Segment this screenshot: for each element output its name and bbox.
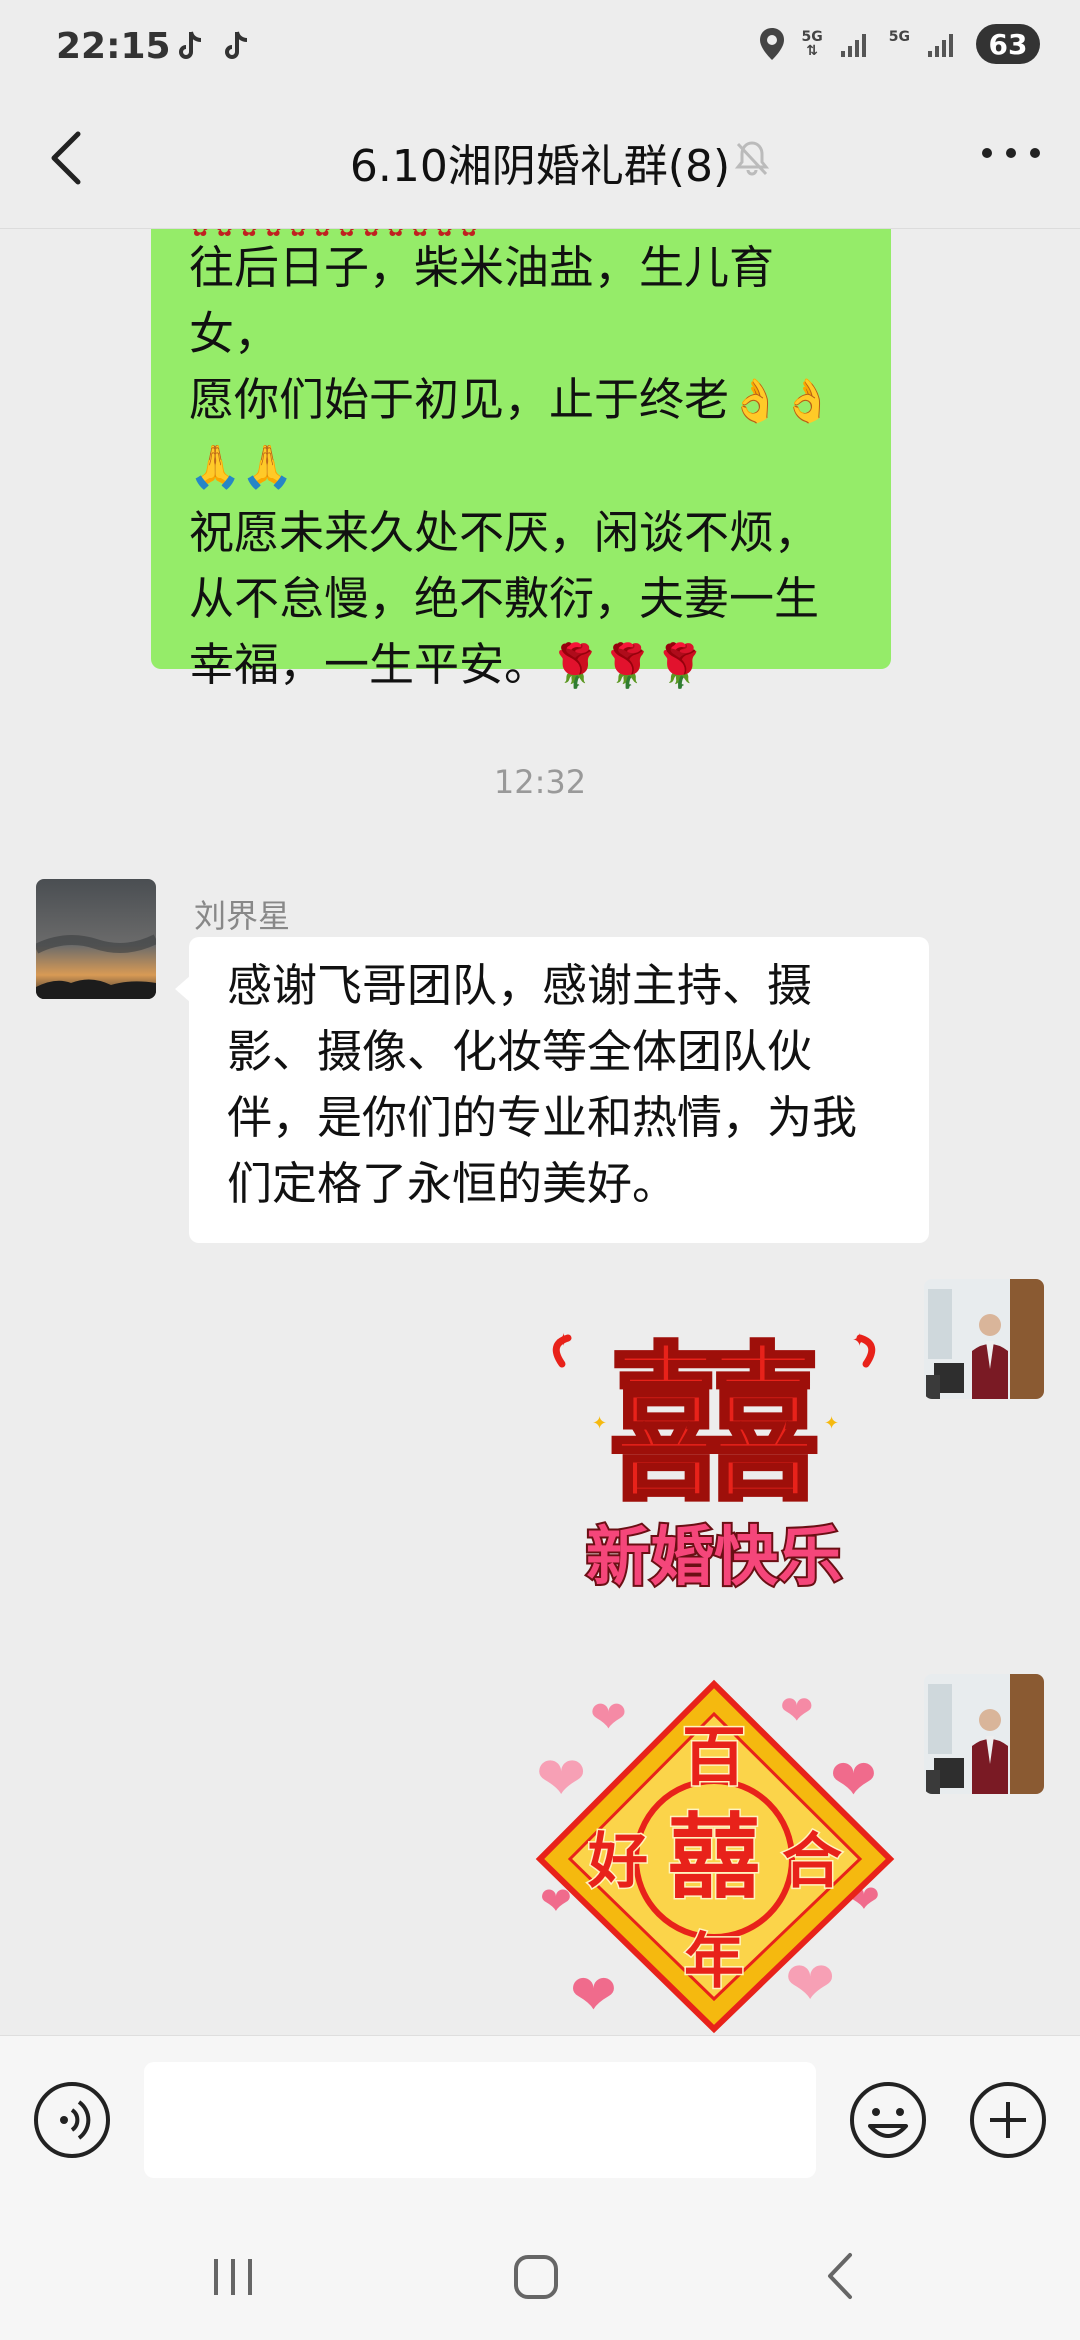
input-bar xyxy=(0,2035,1080,2206)
svg-text:✦: ✦ xyxy=(852,1330,867,1351)
battery-indicator: 63 xyxy=(976,24,1040,64)
message-input[interactable] xyxy=(144,2062,816,2178)
sticker-big-character: 囍 xyxy=(608,1327,820,1525)
decoration-row: ✿✿✿✿✿✿✿✿✿✿✿✿ xyxy=(191,229,485,242)
system-navigation-bar xyxy=(0,2205,1080,2340)
chat-header: 6.10湘阴婚礼群(8) xyxy=(0,100,1080,229)
plus-icon[interactable] xyxy=(968,2080,1048,2160)
emoji-icon[interactable] xyxy=(848,2080,928,2160)
my-avatar[interactable] xyxy=(924,1674,1044,1794)
message-line: 愿你们始于初见，止于终老👌👌 xyxy=(189,373,834,426)
svg-text:✦: ✦ xyxy=(592,1413,607,1434)
svg-text:✦: ✦ xyxy=(824,1413,839,1434)
message-timestamp: 12:32 xyxy=(493,763,587,801)
status-time: 22:15 xyxy=(56,26,171,67)
home-icon[interactable] xyxy=(512,2253,560,2301)
svg-text:❤: ❤ xyxy=(590,1692,627,1743)
outgoing-message-bubble[interactable]: ✿✿✿✿✿✿✿✿✿✿✿✿ 往后日子，柴米油盐，生儿育女， 愿你们始于初见，止于终… xyxy=(151,229,891,691)
wedding-sticker-xi[interactable]: ✦ ✦ ✦ ✦ 囍 新婚快乐 xyxy=(532,1324,896,1594)
svg-text:❤: ❤ xyxy=(570,1963,617,2028)
svg-text:✦: ✦ xyxy=(556,1330,571,1351)
network-indicator-1: 5G ⇅ xyxy=(801,29,823,59)
tiktok-icon xyxy=(179,31,202,59)
bell-off-icon xyxy=(734,141,770,176)
signal-icon xyxy=(928,34,953,57)
sticker-char-top: 百 xyxy=(682,1721,746,1795)
message-line: 从不怠慢，绝不敷衍，夫妻一生 xyxy=(189,572,820,625)
message-line: 🙏🙏 xyxy=(189,442,294,491)
tiktok-icon xyxy=(225,31,248,59)
incoming-message-bubble[interactable]: 感谢飞哥团队，感谢主持、摄影、摄像、化妆等全体团队伙伴，是你们的专业和热情，为我… xyxy=(175,937,929,1243)
my-avatar[interactable] xyxy=(924,1279,1044,1399)
chat-area[interactable]: ✿✿✿✿✿✿✿✿✿✿✿✿ 往后日子，柴米油盐，生儿育女， 愿你们始于初见，止于终… xyxy=(0,229,1080,2035)
sticker-char-left: 好 xyxy=(587,1827,648,1897)
message-line: 幸福，一生平安。🌹🌹🌹 xyxy=(189,638,706,691)
signal-icon xyxy=(840,34,866,57)
sticker-char-center: 囍 xyxy=(668,1804,760,1911)
location-icon xyxy=(759,28,784,60)
sticker-char-right: 合 xyxy=(782,1827,842,1897)
svg-text:❤: ❤ xyxy=(536,1744,586,1814)
chat-title: 6.10湘阴婚礼群(8) xyxy=(349,141,731,192)
sender-name: 刘界星 xyxy=(194,897,291,935)
wedding-sticker-bainianhaohe[interactable]: ❤ ❤ ❤ ❤ ❤ ❤ ❤ ❤ 百 好 囍 合 年 xyxy=(530,1674,900,2035)
sender-avatar[interactable] xyxy=(36,879,156,999)
svg-text:❤: ❤ xyxy=(785,1949,835,2019)
message-text: 感谢飞哥团队，感谢主持、摄影、摄像、化妆等全体团队伙伴，是你们的专业和热情，为我… xyxy=(227,959,858,1210)
voice-icon[interactable] xyxy=(32,2080,112,2160)
sticker-caption: 新婚快乐 xyxy=(586,1521,842,1594)
svg-text:❤: ❤ xyxy=(780,1688,814,1734)
message-line: 祝愿未来久处不厌，闲谈不烦， xyxy=(189,506,820,559)
recent-apps-icon[interactable] xyxy=(210,2255,256,2299)
system-back-icon[interactable] xyxy=(822,2251,856,2301)
status-bar: 22:15 5G ⇅ 5G 63 xyxy=(0,0,1080,100)
more-dots-icon[interactable] xyxy=(982,148,1040,158)
network-indicator-2: 5G xyxy=(888,29,910,45)
sticker-char-bottom: 年 xyxy=(684,1927,744,1997)
